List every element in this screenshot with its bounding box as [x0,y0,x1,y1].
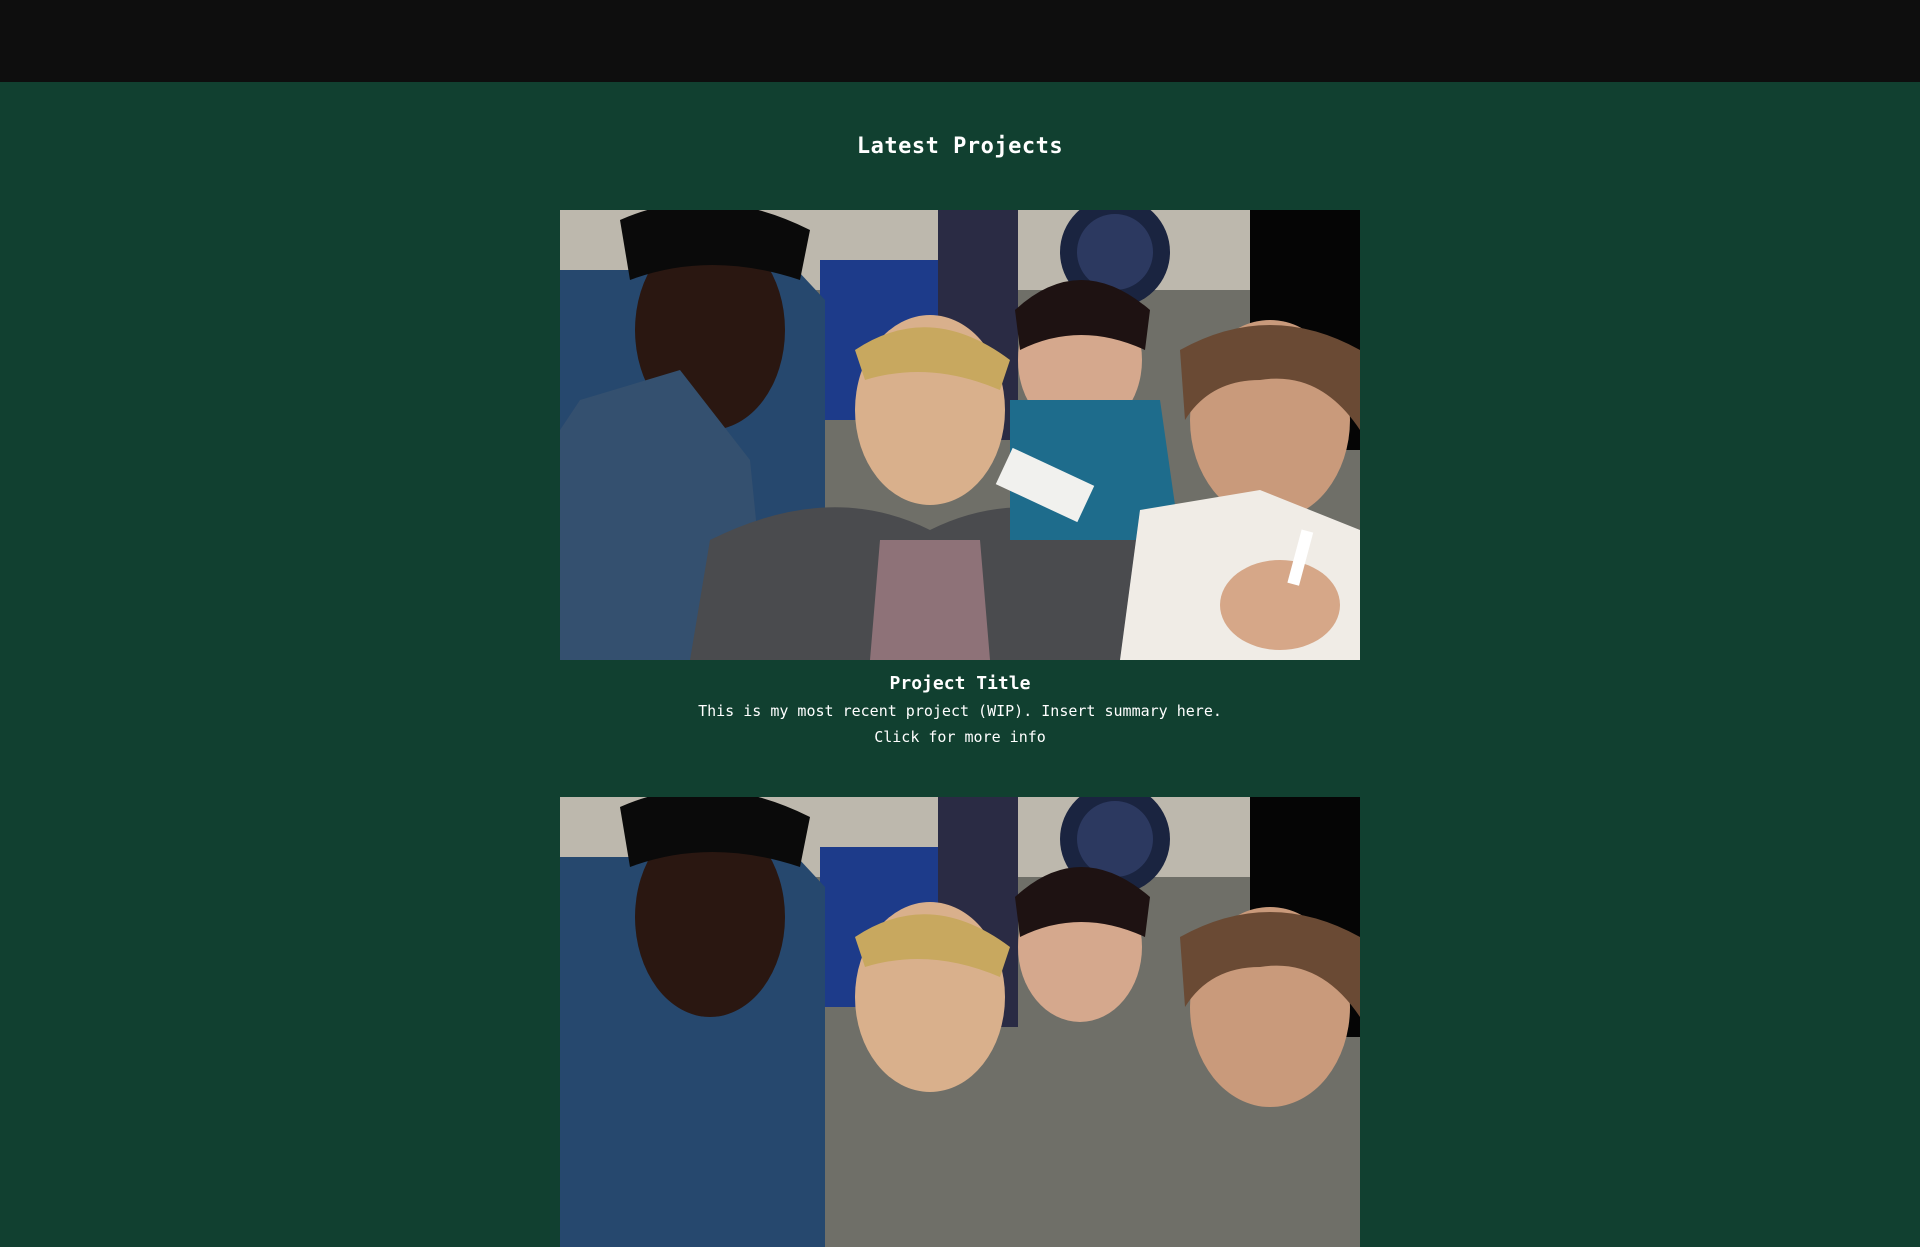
more-info-link[interactable]: Click for more info [560,727,1360,747]
project-card[interactable] [560,797,1360,1247]
project-summary: This is my most recent project (WIP). In… [698,702,1222,720]
project-image[interactable] [560,210,1360,660]
section-title: Latest Projects [856,134,1064,159]
project-title: Project Title [889,673,1031,694]
project-image[interactable] [560,797,1360,1247]
top-navbar [0,0,1920,82]
project-card[interactable]: Project Title This is my most recent pro… [560,210,1360,747]
main-content: Latest Projects Project Title This is my… [0,82,1920,1247]
